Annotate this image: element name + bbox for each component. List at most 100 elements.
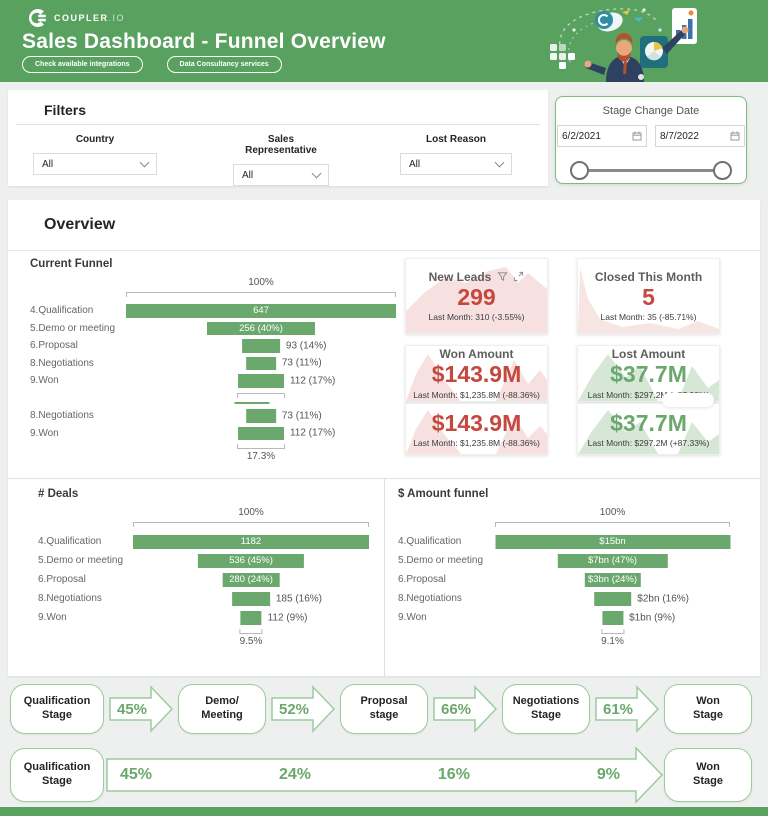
- funnel-row: 9.Won112 (17%): [30, 425, 396, 443]
- lost-reason-select[interactable]: All: [400, 153, 512, 175]
- conversion-percentage: 45%: [109, 685, 155, 733]
- kpi-subtitle: Last Month: $297.2M (+87.33%): [588, 438, 710, 448]
- current-funnel-bars: 100%4.Qualification6475.Demo or meeting2…: [30, 276, 396, 466]
- calendar-icon[interactable]: [632, 131, 642, 141]
- footer-strip: [0, 807, 768, 816]
- overview-section: Overview Current Funnel 100%4.Qualificat…: [8, 200, 760, 676]
- funnel-category-label: 9.Won: [30, 375, 126, 386]
- date-range-slider[interactable]: [570, 161, 732, 179]
- amount-funnel-bars: 100% 4.Qualification$15bn5.Demo or meetin…: [398, 506, 730, 651]
- stage-line: Proposal: [360, 695, 407, 709]
- funnel-top-label: 100%: [495, 507, 730, 518]
- render-artifact-box: [662, 393, 714, 407]
- focus-mode-icon[interactable]: [513, 271, 524, 282]
- slider-handle-end[interactable]: [713, 161, 732, 180]
- funnel-bar[interactable]: [238, 374, 284, 388]
- lost-reason-label: Lost Reason: [400, 134, 512, 145]
- end-date-field[interactable]: [655, 125, 745, 147]
- funnel-row: 4.Qualification$15bn: [398, 532, 730, 551]
- kpi-closed-this-month[interactable]: Closed This Month 5 Last Month: 35 (-85.…: [577, 258, 720, 334]
- funnel-bar-value: 256 (40%): [239, 323, 283, 334]
- funnel-bar[interactable]: [240, 611, 261, 625]
- conversion-arrow: 45%: [109, 685, 173, 733]
- funnel-bar[interactable]: 647: [126, 304, 396, 318]
- funnel-bar[interactable]: $15bn: [495, 535, 730, 549]
- stage-line: Stage: [531, 709, 561, 723]
- funnel-category-label: 5.Demo or meeting: [30, 323, 126, 334]
- conversion-arrow: 61%: [595, 685, 659, 733]
- filters-divider: [16, 124, 540, 125]
- conversion-percentage: 52%: [271, 685, 317, 733]
- kpi-value: $37.7M: [610, 362, 687, 387]
- kpi-new-leads[interactable]: New Leads 299 Last Month: 310 (-3.55%): [405, 258, 548, 334]
- end-date-input[interactable]: [660, 131, 716, 142]
- funnel-bar[interactable]: [238, 427, 284, 441]
- header-illustration: [544, 0, 704, 82]
- funnel-top-label: 100%: [133, 507, 369, 518]
- funnel-bar-value: 73 (11%): [282, 410, 322, 421]
- start-date-input[interactable]: [562, 131, 618, 142]
- funnel-row: 6.Proposal280 (24%): [38, 570, 369, 589]
- funnel-bar[interactable]: $3bn (24%): [584, 573, 640, 587]
- start-date-field[interactable]: [557, 125, 647, 147]
- funnel-bar[interactable]: [246, 357, 276, 371]
- funnel-row: 5.Demo or meeting$7bn (47%): [398, 551, 730, 570]
- slider-track[interactable]: [576, 169, 726, 173]
- funnel-bar[interactable]: 256 (40%): [207, 322, 315, 336]
- filter-icon[interactable]: [497, 271, 508, 282]
- kpi-value: $37.7M: [610, 411, 687, 436]
- funnel-bar[interactable]: 1182: [133, 535, 369, 549]
- funnel-bar[interactable]: [246, 409, 276, 423]
- funnel-bar-value: 280 (24%): [229, 574, 273, 585]
- funnel-category-label: 9.Won: [30, 428, 126, 439]
- funnel-bar-value: 1182: [241, 536, 261, 547]
- conversion-arrow: 52%: [271, 685, 335, 733]
- funnel-bar[interactable]: [594, 592, 632, 606]
- funnel-bar[interactable]: 280 (24%): [223, 573, 280, 587]
- current-funnel-title: Current Funnel: [30, 258, 396, 270]
- conversion-arrow: 66%: [433, 685, 497, 733]
- funnel-top-bracket: 100%: [30, 276, 396, 302]
- conversion-percentage: 45%: [120, 766, 152, 784]
- deals-funnel-chart: # Deals 100%4.Qualification11825.Demo or…: [38, 488, 369, 651]
- funnel-bar-value: $2bn (16%): [637, 593, 689, 604]
- amount-funnel-title: $ Amount funnel: [398, 488, 730, 500]
- filter-country: Country All: [33, 134, 157, 175]
- funnel-row: [30, 390, 396, 408]
- kpi-won-amount[interactable]: Won Amount $143.9M Last Month: $1,235.8M…: [405, 345, 548, 402]
- stage-line: Stage: [693, 775, 723, 789]
- kpi-subtitle: Last Month: 310 (-3.55%): [429, 312, 525, 322]
- sales-rep-select[interactable]: All: [233, 164, 329, 186]
- funnel-bar[interactable]: [602, 611, 623, 625]
- funnel-category-label: 4.Qualification: [38, 536, 133, 547]
- funnel-bar[interactable]: [242, 339, 280, 353]
- funnel-bottom-label: 17.3%: [126, 451, 396, 462]
- coupler-logo-icon: [28, 8, 48, 28]
- coupler-logo[interactable]: COUPLER.IO: [28, 8, 125, 28]
- funnel-category-label: 5.Demo or meeting: [38, 555, 133, 566]
- kpi-won-amount-duplicate[interactable]: $143.9M Last Month: $1,235.8M (-88.36%): [405, 403, 548, 455]
- funnel-bar-value: 112 (9%): [268, 612, 308, 623]
- stage-line: Meeting: [201, 709, 243, 723]
- country-select[interactable]: All: [33, 153, 157, 175]
- integrations-button[interactable]: Check available integrations: [22, 56, 143, 73]
- stage-box-demo: Demo/Meeting: [178, 684, 266, 734]
- kpi-lost-amount-duplicate[interactable]: $37.7M Last Month: $297.2M (+87.33%): [577, 403, 720, 455]
- consultancy-button[interactable]: Data Consultancy services: [167, 56, 282, 73]
- funnel-category-label: 8.Negotiations: [398, 593, 495, 604]
- stage-line: Stage: [42, 709, 72, 723]
- conversion-percentage: 24%: [279, 766, 311, 784]
- funnel-row: 4.Qualification 1182: [38, 532, 369, 551]
- filters-panel: Filters Country All Sales Representative…: [8, 90, 548, 186]
- stage-box-won: Won Stage: [664, 748, 752, 802]
- funnel-bar[interactable]: 536 (45%): [198, 554, 304, 568]
- funnel-bar[interactable]: [232, 592, 270, 606]
- amount-funnel-chart: $ Amount funnel 100% 4.Qualification$15bn…: [398, 488, 730, 651]
- funnel-bar-value: 73 (11%): [282, 358, 322, 369]
- funnel-bar[interactable]: $7bn (47%): [557, 554, 667, 568]
- funnel-bar-value: 112 (17%): [290, 375, 335, 386]
- calendar-icon[interactable]: [730, 131, 740, 141]
- funnel-row: 9.Won112 (9%): [38, 608, 369, 627]
- slider-handle-start[interactable]: [570, 161, 589, 180]
- funnel-bar-value: 93 (14%): [286, 340, 327, 351]
